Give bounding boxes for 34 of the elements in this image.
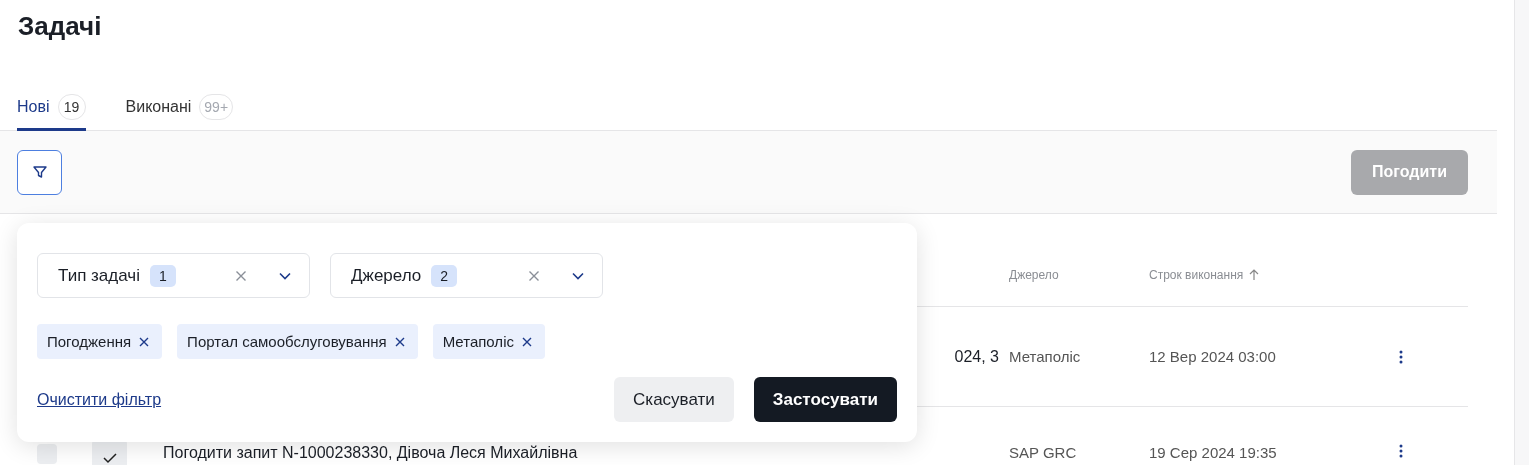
chip-label: Погодження — [47, 333, 132, 350]
chevron-down-icon[interactable] — [572, 271, 584, 280]
clear-filter-link[interactable]: Очистити фільтр — [37, 390, 162, 409]
task-title[interactable]: 024, 3 — [954, 347, 999, 366]
row-checkbox[interactable] — [37, 444, 57, 464]
filter-button[interactable] — [17, 149, 62, 195]
task-title[interactable]: Погодити запит N-1000238330, Дівоча Леся Михайлівна — [163, 444, 578, 462]
scrollbar[interactable] — [1514, 0, 1529, 465]
table-cell: 12 Вер 2024 03:00 — [1149, 347, 1276, 365]
apply-button[interactable]: Застосувати — [753, 377, 897, 422]
filter-select[interactable]: Тип задачі 1 — [37, 253, 310, 298]
close-icon[interactable] — [521, 336, 532, 347]
selected-count: 2 — [431, 264, 458, 287]
chip-label: Метаполіс — [442, 333, 514, 350]
page-title: Задачі — [17, 10, 103, 43]
selected-count: 1 — [149, 264, 176, 287]
column-header[interactable]: Джерело — [1009, 268, 1059, 282]
table-cell: Метаполіс — [1009, 347, 1081, 365]
clear-icon[interactable] — [528, 269, 540, 282]
filter-select[interactable]: Джерело 2 — [330, 253, 603, 298]
close-icon[interactable] — [394, 336, 405, 347]
chevron-down-icon[interactable] — [279, 271, 291, 280]
more-options-icon[interactable] — [1399, 349, 1403, 364]
table-cell: SAP GRC — [1009, 444, 1077, 461]
approve-row-button[interactable] — [92, 440, 127, 465]
chip-label: Портал самообслуговування — [187, 333, 387, 350]
check-icon — [102, 451, 117, 464]
close-icon[interactable] — [139, 336, 150, 347]
more-options-icon[interactable] — [1399, 444, 1403, 458]
tab[interactable]: Виконані 99+ — [125, 94, 234, 131]
clear-icon[interactable] — [235, 269, 247, 282]
cancel-button[interactable]: Скасувати — [614, 377, 734, 422]
table-cell: 19 Сер 2024 19:35 — [1149, 444, 1277, 461]
filter-icon — [31, 164, 48, 180]
